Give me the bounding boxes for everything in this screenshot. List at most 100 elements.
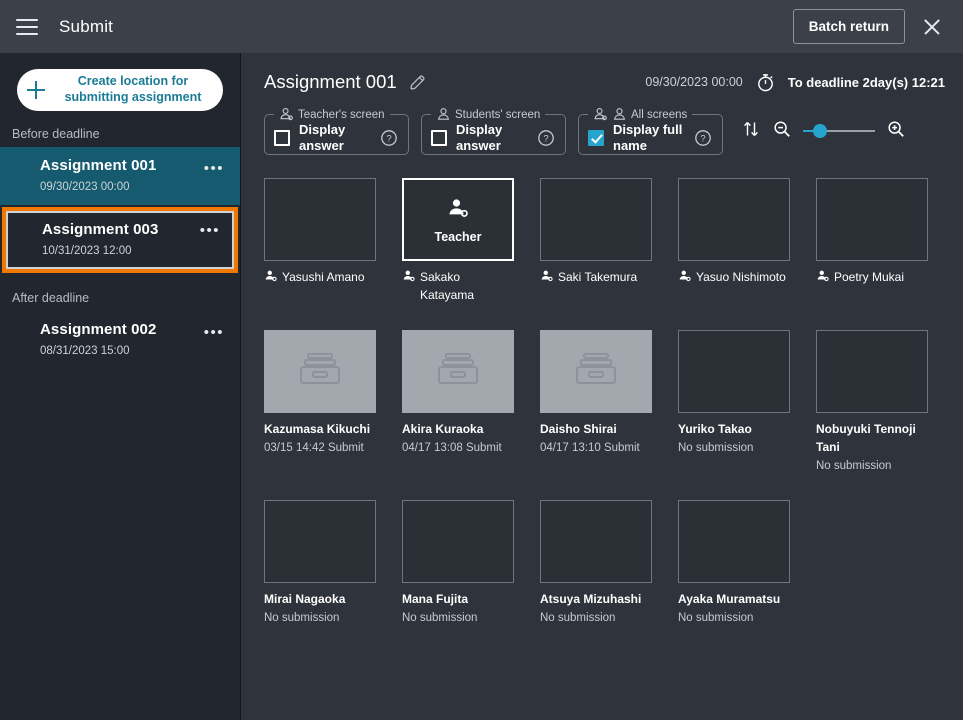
zoom-out-icon[interactable] — [772, 119, 792, 144]
empty-thumbnail[interactable] — [816, 330, 928, 414]
empty-thumbnail[interactable] — [540, 178, 652, 261]
sidebar-item-assignment-002[interactable]: Assignment 002 08/31/2023 15:00 ••• — [0, 311, 240, 369]
document-tray-icon — [574, 351, 618, 392]
student-caption: Mirai Nagaoka No submission — [264, 590, 376, 626]
student-card[interactable]: Yasushi Amano — [264, 178, 376, 304]
slider-thumb[interactable] — [813, 124, 827, 138]
submission-thumbnail[interactable] — [264, 330, 376, 414]
student-name-block: Sakako Katayama — [420, 268, 514, 304]
student-card[interactable]: Nobuyuki Tennoji Tani No submission — [816, 330, 928, 474]
student-card[interactable]: Yasuo Nishimoto — [678, 178, 790, 304]
empty-thumbnail[interactable] — [264, 178, 376, 261]
student-name-block: Akira Kuraoka 04/17 13:08 Submit — [402, 420, 502, 456]
empty-thumbnail[interactable] — [678, 178, 790, 261]
student-card[interactable]: Daisho Shirai 04/17 13:10 Submit — [540, 330, 652, 474]
create-button-label: Create location for submitting assignmen… — [64, 74, 202, 104]
all-screens-legend: All screens — [588, 107, 692, 122]
deadline-info: 09/30/2023 00:00 To deadline 2day(s) 12:… — [645, 72, 945, 93]
student-name: Atsuya Mizuhashi — [540, 592, 642, 607]
teacher-thumbnail[interactable]: Teacher — [402, 178, 514, 261]
teacher-person-icon — [280, 108, 293, 121]
submission-thumbnail[interactable] — [402, 330, 514, 414]
submission-status: No submission — [264, 612, 340, 625]
teacher-screen-legend: Teacher's screen — [274, 107, 390, 122]
assignment-heading: Assignment 001 — [264, 71, 397, 92]
zoom-slider[interactable] — [803, 124, 875, 138]
all-screens-control: All screens Display full name ? — [578, 107, 723, 155]
student-name: Yasuo Nishimoto — [696, 270, 786, 284]
person-icon — [402, 269, 416, 288]
assignment-menu-icon[interactable]: ••• — [200, 222, 220, 239]
deadline-countdown: To deadline 2day(s) 12:21 — [787, 74, 945, 90]
sort-updown-icon[interactable] — [741, 119, 761, 144]
close-icon[interactable] — [919, 14, 945, 40]
student-name-block: Yuriko Takao No submission — [678, 420, 753, 456]
submission-status: No submission — [540, 612, 616, 625]
batch-return-button[interactable]: Batch return — [792, 9, 905, 44]
teacher-icon — [446, 196, 470, 225]
student-card[interactable]: Yuriko Takao No submission — [678, 330, 790, 474]
person-icon — [437, 108, 450, 120]
student-name-block: Kazumasa Kikuchi 03/15 14:42 Submit — [264, 420, 370, 456]
assignment-menu-icon[interactable]: ••• — [204, 160, 224, 177]
teacher-display-answer-label: Display answer — [299, 121, 346, 153]
students-display-answer-checkbox[interactable] — [431, 130, 447, 146]
student-caption: Sakako Katayama — [402, 268, 514, 304]
top-bar: Submit Batch return — [0, 0, 963, 53]
display-controls: Teacher's screen Display answer ? Studen… — [241, 93, 963, 155]
empty-thumbnail[interactable] — [816, 178, 928, 261]
submission-status: No submission — [678, 612, 754, 625]
zoom-in-icon[interactable] — [886, 119, 906, 144]
student-name: Sakako Katayama — [420, 270, 475, 303]
student-name: Akira Kuraoka — [402, 422, 484, 437]
student-card[interactable]: Atsuya Mizuhashi No submission — [540, 500, 652, 626]
student-name: Nobuyuki Tennoji Tani — [816, 422, 916, 455]
hamburger-icon[interactable] — [16, 18, 38, 35]
student-name-block: Yasuo Nishimoto — [696, 268, 786, 286]
empty-thumbnail[interactable] — [402, 500, 514, 584]
assignment-menu-icon[interactable]: ••• — [204, 324, 224, 341]
empty-thumbnail[interactable] — [678, 500, 790, 584]
pencil-icon[interactable] — [408, 73, 427, 92]
legend-label: Students' screen — [455, 108, 541, 121]
person-icon — [816, 269, 830, 288]
student-name-block: Nobuyuki Tennoji Tani No submission — [816, 420, 928, 474]
question-icon[interactable]: ? — [694, 129, 712, 147]
empty-thumbnail[interactable] — [540, 500, 652, 584]
student-name: Daisho Shirai — [540, 422, 617, 437]
student-card[interactable]: Mirai Nagaoka No submission — [264, 500, 376, 626]
student-card[interactable]: Saki Takemura — [540, 178, 652, 304]
student-card[interactable]: Teacher Sakako Katayama — [402, 178, 514, 304]
student-caption: Nobuyuki Tennoji Tani No submission — [816, 420, 928, 474]
sidebar-item-assignment-001[interactable]: Assignment 001 09/30/2023 00:00 ••• — [0, 147, 240, 205]
students-screen-control: Students' screen Display answer ? — [421, 107, 566, 155]
teacher-label: Teacher — [434, 229, 482, 244]
sidebar-item-assignment-003[interactable]: Assignment 003 10/31/2023 12:00 ••• — [2, 207, 238, 273]
question-icon[interactable]: ? — [380, 129, 398, 147]
top-bar-actions: Batch return — [792, 9, 963, 44]
student-name-block: Daisho Shirai 04/17 13:10 Submit — [540, 420, 640, 456]
question-icon[interactable]: ? — [537, 129, 555, 147]
assignment-date: 10/31/2023 12:00 — [42, 245, 132, 257]
sidebar-group-label-after: After deadline — [12, 291, 90, 305]
empty-thumbnail[interactable] — [678, 330, 790, 414]
student-card[interactable]: Ayaka Muramatsu No submission — [678, 500, 790, 626]
empty-thumbnail[interactable] — [264, 500, 376, 584]
assignment-due-date: 09/30/2023 00:00 — [645, 75, 743, 89]
create-submission-location-button[interactable]: Create location for submitting assignmen… — [17, 69, 223, 111]
display-full-name-checkbox[interactable] — [588, 130, 604, 146]
app-window: Submit Batch return Create location for … — [0, 0, 963, 720]
student-card[interactable]: Mana Fujita No submission — [402, 500, 514, 626]
submission-thumbnail[interactable] — [540, 330, 652, 414]
sidebar-group-label-before: Before deadline — [12, 127, 100, 141]
students-screen-legend: Students' screen — [431, 107, 545, 122]
student-card[interactable]: Poetry Mukai — [816, 178, 928, 304]
student-name-block: Atsuya Mizuhashi No submission — [540, 590, 641, 626]
student-card[interactable]: Akira Kuraoka 04/17 13:08 Submit — [402, 330, 514, 474]
page-title: Submit — [59, 16, 114, 36]
student-name-block: Saki Takemura — [558, 268, 637, 286]
svg-text:?: ? — [700, 134, 705, 145]
teacher-display-answer-checkbox[interactable] — [274, 130, 290, 146]
student-grid: Yasushi Amano Teacher Sakako Katayama Saki … — [241, 155, 941, 627]
student-card[interactable]: Kazumasa Kikuchi 03/15 14:42 Submit — [264, 330, 376, 474]
